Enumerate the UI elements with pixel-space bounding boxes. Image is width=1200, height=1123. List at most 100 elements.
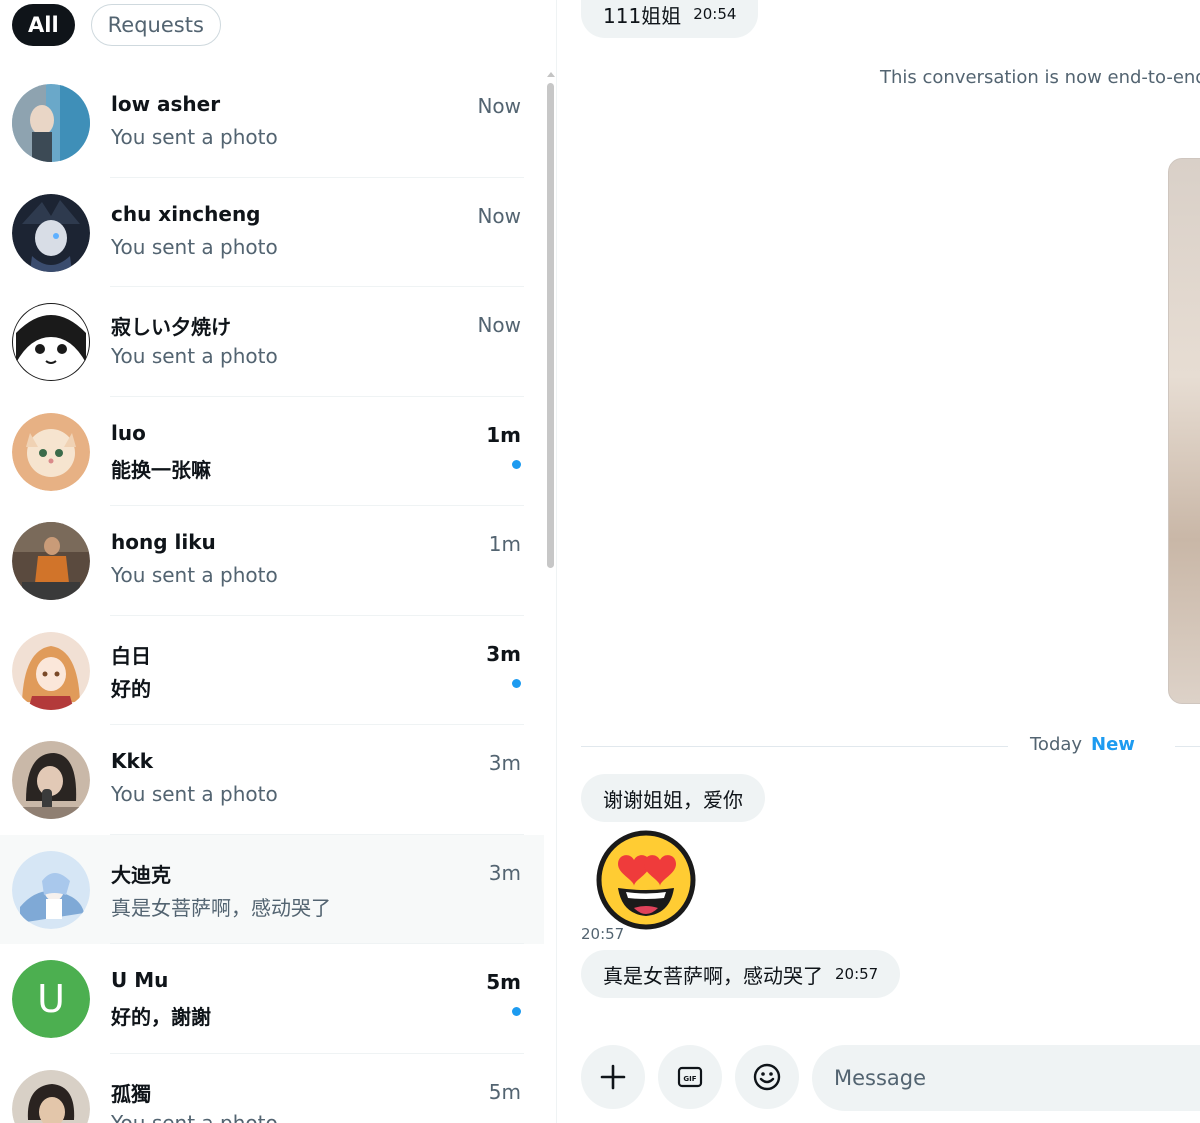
conversation-name: U Mu: [111, 968, 169, 992]
cat-avatar-icon: [12, 412, 90, 491]
divider-new-label: New: [1091, 734, 1135, 755]
gif-icon-label: GIF: [683, 1075, 696, 1083]
unread-indicator-icon: [512, 459, 521, 469]
avatar[interactable]: [12, 1069, 90, 1123]
smiley-icon: [753, 1063, 781, 1091]
emoji-button[interactable]: [735, 1045, 799, 1109]
message-bubble[interactable]: 真是女菩萨啊，感动哭了 20:57: [581, 950, 901, 998]
message-time: 20:57: [835, 965, 879, 983]
message-bubble[interactable]: 111姐姐 20:54: [581, 0, 759, 38]
photo-avatar-icon: [12, 741, 90, 819]
conversation-row[interactable]: luo 能换一张嘛 1m: [0, 397, 544, 506]
conversation-row[interactable]: chu xincheng You sent a photo Now: [0, 178, 544, 287]
conversation-preview: 好的: [111, 676, 151, 701]
message-text: 真是女菩萨啊，感动哭了: [603, 963, 823, 988]
day-divider: Today New: [581, 733, 1200, 759]
conversation-scrollbar[interactable]: [546, 72, 555, 572]
conversation-name: 寂しい夕焼け: [111, 315, 231, 339]
message-time: 20:57: [581, 925, 625, 943]
conversation-name: 白日: [111, 643, 151, 668]
divider-today-label: Today: [1030, 734, 1083, 755]
conversation-time: Now: [477, 313, 521, 337]
anime-avatar-icon: [12, 193, 90, 272]
message-input[interactable]: [834, 1066, 1200, 1090]
conversation-time: 3m: [488, 751, 521, 775]
message-bubble[interactable]: 谢谢姐姐，爱你: [581, 774, 765, 822]
chat-panel: 111姐姐 20:54 This conversation is now end…: [558, 0, 1200, 1123]
plus-icon: [600, 1064, 626, 1090]
conversation-preview: You sent a photo: [111, 344, 278, 368]
conversation-name: luo: [111, 420, 146, 445]
conversation-row[interactable]: 大迪克真是女菩萨啊，感动哭了 3m: [0, 834, 544, 944]
filter-requests-button[interactable]: Requests: [90, 4, 221, 46]
unread-indicator-icon: [512, 1007, 521, 1016]
anime-avatar-icon: [12, 850, 90, 929]
avatar[interactable]: [12, 850, 90, 929]
avatar[interactable]: [12, 741, 90, 819]
conversation-name: hong liku: [111, 530, 216, 554]
conversation-time: 1m: [488, 532, 521, 556]
filter-bar: All Requests: [12, 4, 221, 46]
conversation-preview: You sent a photo: [111, 782, 278, 806]
conversation-row[interactable]: U U Mu 好的，謝謝 5m: [0, 944, 544, 1054]
message-time: 20:54: [693, 5, 737, 23]
conversation-time: 3m: [488, 860, 521, 885]
message-text: 谢谢姐姐，爱你: [603, 787, 743, 812]
divider-line: [581, 746, 1008, 747]
conversation-time: Now: [477, 203, 521, 228]
conversation-row[interactable]: Kkk You sent a photo 3m: [0, 725, 544, 835]
conversation-list: low asher You sent a photo Now chu xincheng…: [0, 68, 544, 1123]
conversation-preview: You sent a photo: [111, 1110, 278, 1123]
conversation-preview: You sent a photo: [111, 125, 278, 149]
scrollbar-thumb[interactable]: [547, 83, 554, 568]
conversation-name: chu xincheng: [111, 201, 261, 226]
photo-avatar-icon: [12, 1069, 90, 1123]
message-composer: GIF: [581, 1045, 1200, 1111]
conversation-time: 1m: [486, 422, 521, 447]
conversation-time: 5m: [488, 1079, 521, 1104]
conversation-row[interactable]: 孤獨 You sent a photo 5m: [0, 1054, 544, 1123]
conversation-time: 5m: [486, 970, 521, 994]
unread-indicator-icon: [512, 678, 521, 688]
avatar[interactable]: [12, 193, 90, 272]
photo-avatar-icon: [12, 522, 90, 600]
avatar[interactable]: [12, 522, 90, 600]
avatar[interactable]: [12, 303, 90, 381]
avatar-letter: U: [37, 977, 65, 1021]
avatar[interactable]: U: [12, 960, 90, 1038]
conversation-time: Now: [477, 94, 521, 118]
conversation-row[interactable]: 寂しい夕焼け You sent a photo Now: [0, 287, 544, 397]
conversation-preview: 好的，謝謝: [111, 1005, 211, 1029]
divider-line: [1175, 746, 1200, 747]
photo-avatar-icon: [12, 84, 90, 162]
conversation-name: 孤獨: [111, 1081, 151, 1106]
scroll-up-icon[interactable]: [546, 72, 555, 77]
add-attachment-button[interactable]: [581, 1045, 645, 1109]
conversation-time: 3m: [486, 641, 521, 666]
avatar[interactable]: [12, 412, 90, 491]
conversation-name: 大迪克: [111, 862, 171, 887]
letter-avatar-icon: U: [12, 960, 90, 1038]
conversation-preview: You sent a photo: [111, 234, 278, 259]
conversation-panel: All Requests low asher You sent a photo No…: [0, 0, 557, 1123]
conversation-name: Kkk: [111, 749, 154, 773]
anime-avatar-icon: [12, 631, 90, 710]
filter-all-button[interactable]: All: [12, 4, 75, 46]
conversation-name: low asher: [111, 92, 221, 116]
encryption-notice: This conversation is now end-to-end e: [880, 67, 1200, 88]
message-input-wrapper: [812, 1045, 1200, 1111]
conversation-row[interactable]: 白日好的 3m: [0, 616, 544, 725]
gif-icon: GIF: [677, 1066, 703, 1088]
conversation-row[interactable]: low asher You sent a photo Now: [0, 68, 544, 178]
sent-photo[interactable]: [1168, 158, 1200, 704]
avatar[interactable]: [12, 631, 90, 710]
conversation-row[interactable]: hong liku You sent a photo 1m: [0, 506, 544, 616]
anime-avatar-icon: [12, 303, 90, 381]
conversation-preview: 能换一张嘛: [111, 457, 211, 482]
conversation-preview: 真是女菩萨啊，感动哭了: [111, 895, 331, 920]
conversation-preview: You sent a photo: [111, 563, 278, 587]
gif-button[interactable]: GIF: [658, 1045, 722, 1109]
heart-eyes-emoji-icon[interactable]: [594, 828, 698, 932]
message-text: 111姐姐: [603, 3, 682, 28]
avatar[interactable]: [12, 84, 90, 162]
